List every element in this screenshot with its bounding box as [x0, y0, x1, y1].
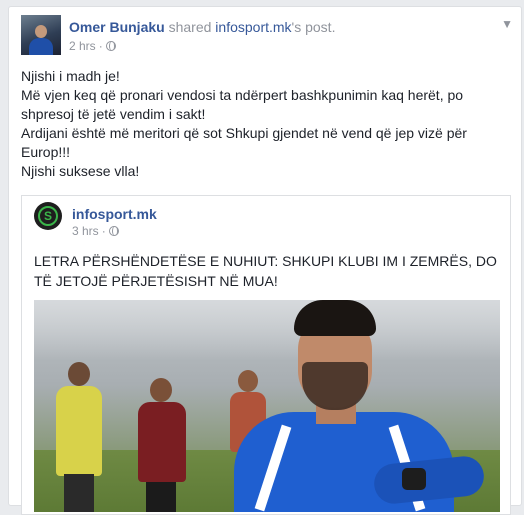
referee-head	[68, 362, 90, 386]
photo-referee	[54, 362, 104, 512]
message-line: Ardijani është më meritori që sot Shkupi…	[21, 125, 467, 160]
photo-coach	[224, 300, 486, 512]
avatar-head	[35, 25, 47, 38]
author-avatar[interactable]	[21, 15, 61, 55]
globe-icon[interactable]	[108, 226, 119, 236]
chevron-down-icon[interactable]: ▼	[501, 17, 513, 31]
message-line: Njishi i madh je!	[21, 68, 120, 84]
author-name-link[interactable]: Omer Bunjaku	[69, 19, 165, 35]
player-legs	[146, 482, 176, 512]
shared-post-text: LETRA PËRSHËNDETËSE E NUHIUT: SHKUPI KLU…	[34, 253, 497, 289]
feed-post: Omer Bunjaku shared infosport.mk's post.…	[8, 6, 522, 515]
coach-watch	[402, 468, 426, 490]
message-line: Njishi suksese vlla!	[21, 163, 140, 179]
page-logo[interactable]: S	[34, 202, 62, 230]
coach-beard	[302, 362, 368, 410]
shared-post-photo[interactable]	[34, 300, 500, 512]
post-timestamp[interactable]: 2 hrs	[69, 39, 96, 53]
shared-page-name-link[interactable]: infosport.mk	[72, 206, 157, 222]
message-line: Më vjen keq që pronari vendosi ta ndërpe…	[21, 87, 464, 122]
globe-icon[interactable]	[105, 41, 116, 51]
shared-post-card: S infosport.mk 3 hrs · LETRA PËRSHËNDETË…	[21, 195, 511, 515]
shared-word: shared	[168, 19, 212, 35]
shared-post-timestamp[interactable]: 3 hrs	[72, 224, 99, 238]
meta-separator: ·	[98, 39, 103, 53]
referee-legs	[64, 474, 94, 512]
referee-body	[56, 386, 102, 476]
meta-separator: ·	[101, 224, 106, 238]
player-body	[138, 402, 186, 482]
shared-page-link[interactable]: infosport.mk	[215, 19, 291, 35]
post-meta: 2 hrs ·	[69, 39, 116, 53]
post-message: Njishi i madh je! Më vjen keq që pronari…	[21, 67, 511, 181]
page-logo-letter: S	[38, 206, 58, 226]
coach-hair	[294, 300, 376, 336]
post-byline: Omer Bunjaku shared infosport.mk's post.	[69, 19, 335, 35]
shared-suffix: 's post.	[291, 19, 336, 35]
player-head	[150, 378, 172, 402]
photo-player	[134, 378, 190, 512]
shared-post-meta: 3 hrs ·	[72, 224, 119, 238]
avatar-body	[29, 38, 53, 55]
